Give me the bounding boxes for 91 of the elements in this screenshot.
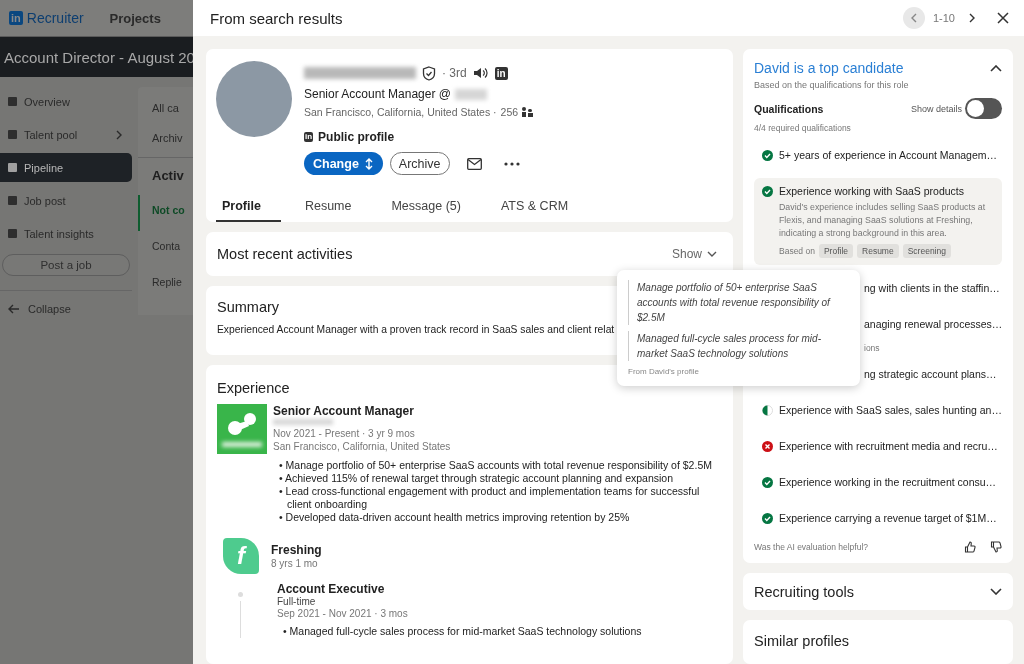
show-details-toggle[interactable]: [965, 98, 1002, 119]
section-title: Similar profiles: [754, 633, 850, 649]
experience-bullet: • Achieved 115% of renewal target through strategic account planning and expansion: [278, 472, 674, 485]
chevron-up-icon[interactable]: [990, 64, 1002, 72]
section-heading: Activ: [151, 168, 185, 185]
profile-tab[interactable]: ATS & CRM: [484, 192, 585, 222]
section-title: Most recent activities: [217, 246, 353, 262]
job-dates: Sep 2021 - Nov 2021 · 3 mos: [277, 607, 409, 620]
shield-check-icon: [422, 65, 436, 81]
connection-count: 256: [500, 106, 519, 118]
job-title: Account Executive: [277, 582, 386, 596]
blurred-company: [273, 419, 333, 425]
source-label: Based on: [779, 246, 815, 256]
sidebar-item[interactable]: Pipeline: [0, 153, 132, 182]
experience-bullet: • Managed full-cycle sales process for mid-market SaaS technology solutions: [282, 625, 642, 638]
chevron-down-icon: [707, 251, 717, 257]
qualification-detail[interactable]: Experience working with SaaS products David's experience includes selling SaaS products at Flexis, and managing SaaS solutions at Freshing, indicating a strong background in this area. Based on Profile Resume Screening: [754, 178, 1002, 265]
source-tag: Profile: [818, 244, 853, 258]
source-tag: Screening: [902, 244, 951, 258]
nav-icon: [8, 196, 17, 205]
thumbs-down-icon[interactable]: [990, 541, 1002, 553]
quote-text: Managed full-cycle sales process for mid-market SaaS technology solutions: [628, 331, 848, 361]
more-icon[interactable]: [503, 161, 520, 166]
stage-item[interactable]: Conta: [138, 231, 193, 267]
check-circle-icon: [762, 512, 773, 524]
section-title: Experience: [217, 380, 290, 396]
company-logo: f: [223, 538, 259, 574]
experience-bullet: • Lead cross-functional engagement with product and implementation teams for successful client onboarding: [278, 485, 701, 511]
location: San Francisco, California, United States ·: [304, 106, 497, 118]
show-toggle[interactable]: Show: [671, 247, 717, 261]
qualification-item[interactable]: Experience working in the recruitment consu…: [754, 469, 1002, 495]
connection-degree: · 3rd: [442, 66, 467, 80]
headline: Senior Account Manager @: [304, 87, 451, 101]
job-title: Senior Account Manager: [273, 404, 415, 418]
section-title: Summary: [217, 299, 280, 315]
section-title: Qualifications: [754, 102, 824, 115]
check-circle-icon: [762, 149, 773, 161]
half-circle-icon: [762, 404, 773, 416]
mail-icon[interactable]: [466, 157, 482, 170]
nav-icon: [8, 229, 17, 238]
quote-text: Manage portfolio of 50+ enterprise SaaS accounts with total revenue responsibility of $2.5M: [628, 280, 848, 325]
people-icon: [522, 107, 534, 117]
profile-tab[interactable]: Resume: [288, 192, 368, 222]
qualification-item[interactable]: Experience with recruitment media and recru…: [754, 433, 1002, 459]
source-tag: Resume: [857, 244, 899, 258]
evaluation-title: David is a top candidate: [754, 60, 904, 76]
evaluation-subtitle: Based on the qualifications for this role: [754, 80, 910, 90]
arrow-left-icon: [8, 304, 20, 314]
stage-item[interactable]: Replie: [138, 267, 193, 303]
qualification-item[interactable]: Experience carrying a revenue target of $1M…: [754, 505, 1002, 531]
chevron-left-icon: [910, 13, 917, 23]
product-name: Recruiter: [26, 10, 84, 26]
summary-text: Experienced Account Manager with a proven track record in SaaS sales and client relat: [217, 324, 616, 335]
page-range: 1-10: [932, 12, 955, 24]
nav-icon: [8, 163, 17, 172]
panel-title: From search results: [210, 9, 343, 27]
company-logo: [217, 404, 267, 454]
profile-tab[interactable]: Message (5): [375, 192, 477, 222]
speaker-icon[interactable]: [472, 66, 489, 80]
nav-icon: [8, 97, 17, 106]
change-stage-button[interactable]: Change: [304, 152, 383, 175]
job-dates: Nov 2021 - Present · 3 yr 9 mos: [273, 427, 416, 440]
company-name: Freshing: [271, 542, 322, 557]
company-tenure: 8 yrs 1 mo: [271, 557, 319, 570]
experience-bullet: • Manage portfolio of 50+ enterprise SaaS accounts with total revenue responsibility of $2.5M: [278, 459, 713, 472]
toggle-label: Show details: [910, 103, 962, 114]
check-circle-icon: [762, 185, 773, 197]
top-nav-link[interactable]: Projects: [109, 10, 161, 26]
qualification-count: 4/4 required qualifications: [754, 123, 852, 133]
chevron-down-icon[interactable]: [990, 588, 1002, 595]
qualification-explanation: David's experience includes selling SaaS products at Flexis, and managing SaaS solutions at Freshing, indicating a strong background in this area.: [779, 201, 987, 240]
profile-tab[interactable]: Profile: [216, 192, 281, 222]
cross-circle-icon: [762, 440, 773, 452]
nav-icon: [8, 130, 17, 139]
check-circle-icon: [762, 476, 773, 488]
qualification-item[interactable]: Experience with SaaS sales, sales hunting an…: [754, 397, 1002, 423]
blurred-company: [454, 88, 487, 100]
up-down-arrows-icon: [364, 157, 373, 170]
employment-type: Full-time: [277, 596, 317, 607]
next-icon[interactable]: [969, 13, 975, 23]
section-title: Recruiting tools: [754, 583, 854, 600]
feedback-question: Was the AI evaluation helpful?: [754, 542, 869, 552]
public-profile-link[interactable]: in Public profile: [304, 130, 534, 144]
thumbs-up-icon[interactable]: [964, 541, 976, 553]
popover-source: From David's profile: [628, 367, 700, 376]
linkedin-icon[interactable]: in: [494, 66, 508, 80]
experience-bullet: • Developed data-driven account health metrics improving retention by 25%: [278, 511, 631, 524]
close-icon[interactable]: [997, 12, 1009, 24]
qualification-item[interactable]: 5+ years of experience in Account Managem…: [754, 142, 1002, 168]
archive-button[interactable]: Archive: [389, 152, 450, 175]
job-location: San Francisco, California, United States: [273, 440, 451, 453]
